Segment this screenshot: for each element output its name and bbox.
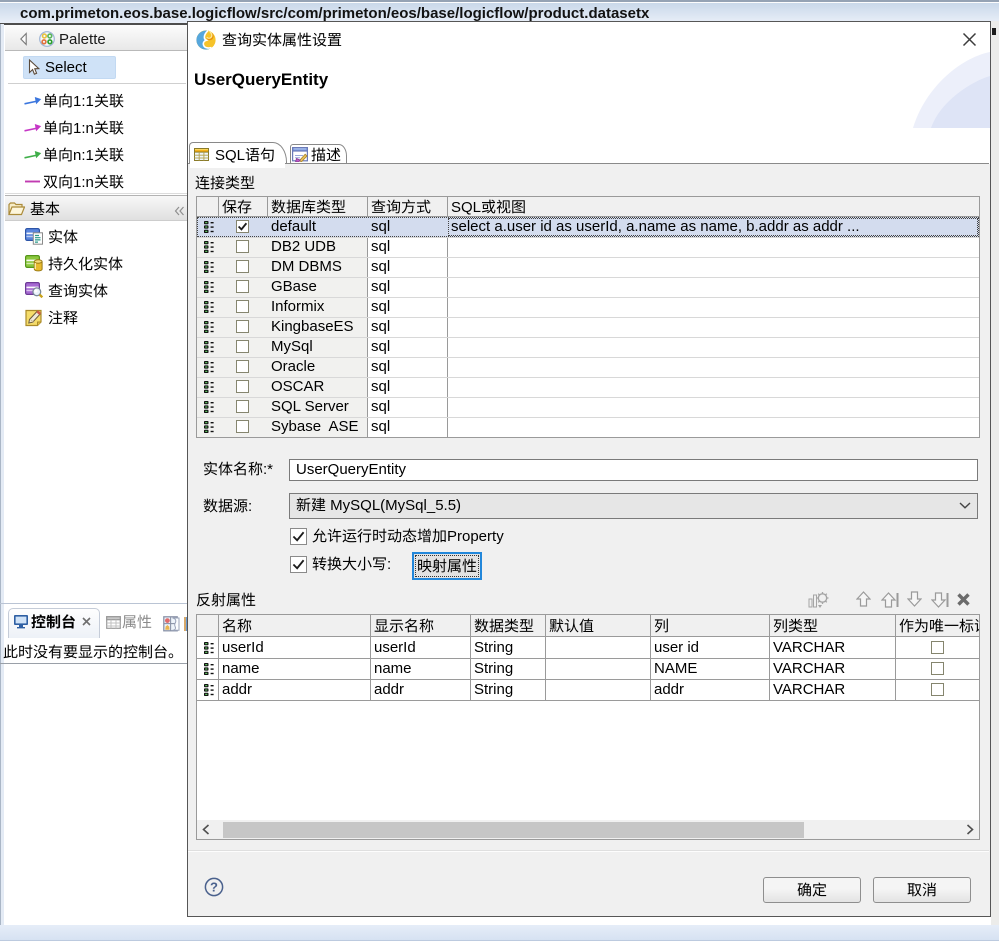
svg-text:?: ?	[210, 880, 218, 895]
